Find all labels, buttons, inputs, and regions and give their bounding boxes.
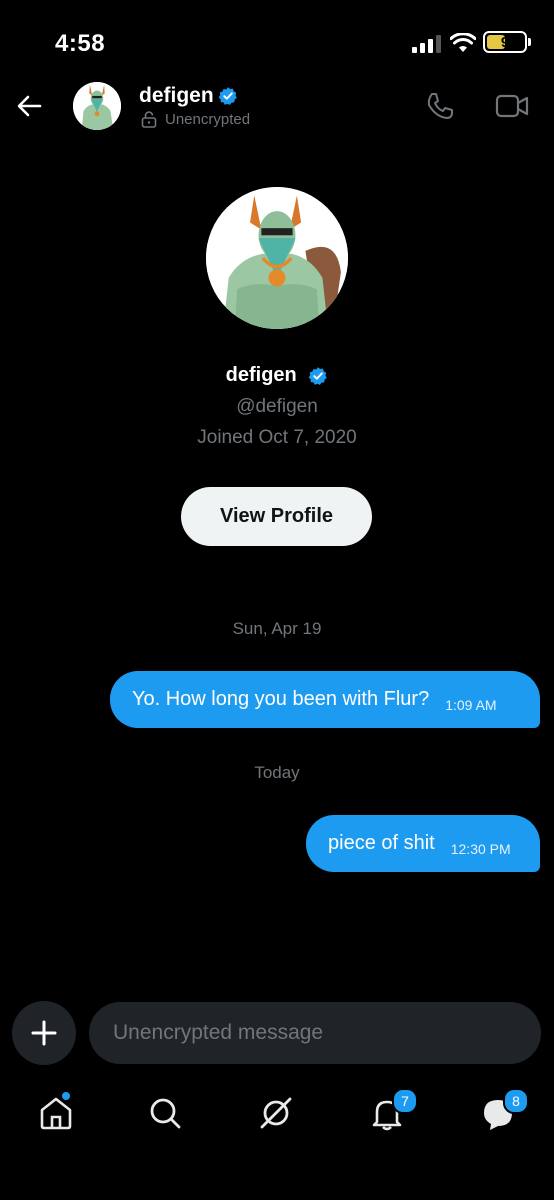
status-time: 4:58 [55, 30, 106, 57]
video-icon[interactable] [495, 92, 529, 120]
notifications-badge: 7 [392, 1088, 418, 1114]
home-icon[interactable] [36, 1093, 76, 1133]
profile-avatar[interactable] [206, 187, 348, 329]
lock-icon [141, 111, 157, 128]
avatar-character-icon [206, 187, 348, 329]
profile-name-row: defigen [0, 364, 554, 387]
avatar-character-icon [73, 82, 121, 130]
verified-badge-icon [218, 87, 237, 105]
messages-badge: 8 [503, 1088, 529, 1114]
message-bubble[interactable]: Yo. How long you been with Flur? 1:09 AM [110, 671, 540, 728]
grok-icon[interactable] [256, 1093, 296, 1133]
add-media-button[interactable] [12, 1001, 76, 1065]
cellular-signal-icon [412, 35, 441, 53]
message-time: 1:09 AM [445, 696, 497, 713]
profile-joined-date: Joined Oct 7, 2020 [197, 427, 357, 448]
phone-icon[interactable] [425, 91, 455, 121]
header-avatar[interactable] [73, 82, 121, 130]
home-unread-dot [62, 1092, 70, 1100]
header-name[interactable]: defigen [139, 84, 214, 108]
battery-tip [528, 38, 531, 46]
message-text: piece of shit [328, 832, 435, 854]
view-profile-button[interactable]: View Profile [181, 487, 372, 546]
encryption-status: Unencrypted [165, 111, 251, 128]
verified-badge-icon [309, 366, 328, 385]
profile-name: defigen [225, 364, 297, 387]
profile-handle: @defigen [236, 396, 318, 417]
wifi-icon [450, 33, 476, 52]
message-time: 12:30 PM [450, 840, 511, 857]
message-input[interactable] [89, 1002, 541, 1064]
back-arrow-icon[interactable] [14, 90, 46, 122]
message-bubble[interactable]: piece of shit 12:30 PM [306, 815, 540, 872]
message-text: Yo. How long you been with Flur? [132, 688, 430, 710]
battery-level: 9 [500, 34, 510, 51]
date-separator: Today [254, 763, 300, 782]
battery-icon: 9 [483, 31, 527, 53]
plus-icon [31, 1020, 57, 1046]
search-icon[interactable] [145, 1093, 185, 1133]
date-separator: Sun, Apr 19 [232, 619, 322, 638]
